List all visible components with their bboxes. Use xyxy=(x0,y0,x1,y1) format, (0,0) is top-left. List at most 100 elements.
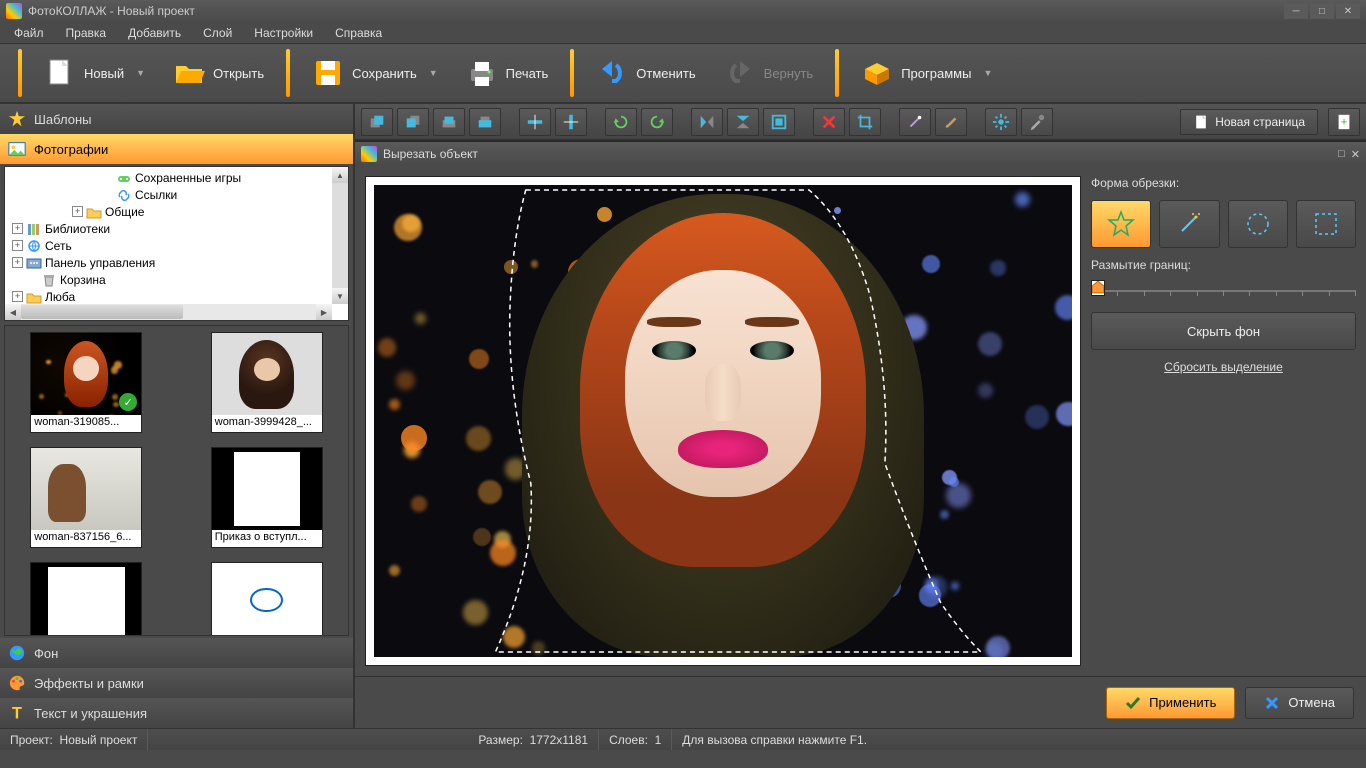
redo-button[interactable]: Вернуть xyxy=(712,53,826,93)
flip-h-icon[interactable] xyxy=(691,108,723,136)
app-icon xyxy=(6,3,22,19)
menu-file[interactable]: Файл xyxy=(4,24,54,42)
thumbnail[interactable]: woman-3999428_... xyxy=(211,332,323,433)
accordion-background[interactable]: Фон xyxy=(0,638,353,668)
menu-settings[interactable]: Настройки xyxy=(244,24,323,42)
magic-icon[interactable] xyxy=(899,108,931,136)
window-title: ФотоКОЛЛАЖ - Новый проект xyxy=(28,4,195,18)
menu-layer[interactable]: Слой xyxy=(193,24,242,42)
tree-item[interactable]: +Общие xyxy=(7,203,330,220)
programs-button[interactable]: Программы▼ xyxy=(849,53,1004,93)
folder-tree[interactable]: Сохраненные игрыСсылки+Общие+Библиотеки+… xyxy=(4,166,349,321)
redo-icon xyxy=(724,57,756,89)
accordion-text[interactable]: T Текст и украшения xyxy=(0,698,353,728)
minimize-button[interactable]: ─ xyxy=(1284,3,1308,19)
layer-down-icon[interactable] xyxy=(469,108,501,136)
tree-item[interactable]: +Панель управления xyxy=(7,254,330,271)
dialog-maximize-icon[interactable]: □ xyxy=(1338,148,1345,161)
left-panel: Шаблоны Фотографии Сохраненные игрыСсылк… xyxy=(0,104,355,728)
globe-icon xyxy=(8,644,26,662)
rotate-left-icon[interactable] xyxy=(605,108,637,136)
crop-icon[interactable] xyxy=(849,108,881,136)
cut-object-dialog: Вырезать объект □ ✕ Форма обрезки: xyxy=(355,140,1366,728)
tree-item[interactable]: +Библиотеки xyxy=(7,220,330,237)
align-h-icon[interactable] xyxy=(519,108,551,136)
text-icon: T xyxy=(8,704,26,722)
open-button[interactable]: Открыть xyxy=(161,53,276,93)
accordion-effects[interactable]: Эффекты и рамки xyxy=(0,668,353,698)
thumbnail[interactable] xyxy=(211,562,323,636)
accordion-photos[interactable]: Фотографии xyxy=(0,134,353,164)
shape-wand-button[interactable] xyxy=(1159,200,1219,248)
send-back-icon[interactable] xyxy=(397,108,429,136)
apply-button[interactable]: Применить xyxy=(1106,687,1235,719)
delete-icon[interactable] xyxy=(813,108,845,136)
rotate-right-icon[interactable] xyxy=(641,108,673,136)
crop-shape-label: Форма обрезки: xyxy=(1091,176,1356,190)
blur-slider[interactable] xyxy=(1091,278,1356,302)
shape-ellipse-button[interactable] xyxy=(1228,200,1288,248)
tree-item[interactable]: Ссылки xyxy=(7,186,330,203)
undo-icon xyxy=(596,57,628,89)
bring-front-icon[interactable] xyxy=(361,108,393,136)
new-button[interactable]: Новый▼ xyxy=(32,53,157,93)
save-icon xyxy=(312,57,344,89)
toolbar-separator xyxy=(570,49,574,97)
shape-rect-button[interactable] xyxy=(1296,200,1356,248)
new-page-button[interactable]: Новая страница xyxy=(1180,109,1318,135)
shape-freeform-button[interactable] xyxy=(1091,200,1151,248)
status-help: Для вызова справки нажмите F1. xyxy=(682,733,867,747)
eyedropper-icon[interactable] xyxy=(1021,108,1053,136)
palette-icon xyxy=(8,674,26,692)
print-icon xyxy=(466,57,498,89)
main-toolbar: Новый▼ Открыть Сохранить▼ Печать Отменит… xyxy=(0,44,1366,104)
photo-icon xyxy=(8,140,26,158)
flip-v-icon[interactable] xyxy=(727,108,759,136)
star-icon xyxy=(8,110,26,128)
status-project: Новый проект xyxy=(60,733,138,747)
undo-button[interactable]: Отменить xyxy=(584,53,707,93)
maximize-button[interactable]: □ xyxy=(1310,3,1334,19)
tree-item[interactable]: Сохраненные игры xyxy=(7,169,330,186)
slider-thumb-icon[interactable] xyxy=(1091,280,1105,296)
svg-text:+: + xyxy=(1341,116,1347,128)
cancel-button[interactable]: Отмена xyxy=(1245,687,1354,719)
thumbnail[interactable]: ✓woman-319085... xyxy=(30,332,142,433)
box-icon xyxy=(861,57,893,89)
status-size: 1772x1181 xyxy=(530,733,589,747)
menu-edit[interactable]: Правка xyxy=(56,24,117,42)
print-button[interactable]: Печать xyxy=(454,53,561,93)
tree-hscroll[interactable]: ◀▶ xyxy=(5,304,332,320)
brush-icon[interactable] xyxy=(935,108,967,136)
accordion-templates[interactable]: Шаблоны xyxy=(0,104,353,134)
tree-vscroll[interactable]: ▲▼ xyxy=(332,167,348,304)
thumbnail[interactable] xyxy=(30,562,142,636)
icon-toolbar: Новая страница + xyxy=(355,104,1366,140)
dialog-close-icon[interactable]: ✕ xyxy=(1351,148,1360,161)
new-icon xyxy=(44,57,76,89)
align-v-icon[interactable] xyxy=(555,108,587,136)
fit-icon[interactable] xyxy=(763,108,795,136)
svg-text:T: T xyxy=(12,704,22,722)
dialog-titlebar[interactable]: Вырезать объект □ ✕ xyxy=(355,142,1366,166)
chevron-down-icon: ▼ xyxy=(136,68,145,78)
gear-icon[interactable] xyxy=(985,108,1017,136)
reset-selection-link[interactable]: Сбросить выделение xyxy=(1091,360,1356,374)
layer-up-icon[interactable] xyxy=(433,108,465,136)
work-area: Новая страница + Вырезать объект □ ✕ xyxy=(355,104,1366,728)
add-page-icon[interactable]: + xyxy=(1328,108,1360,136)
thumbnail[interactable]: woman-837156_6... xyxy=(30,447,142,548)
tree-item[interactable]: Корзина xyxy=(7,271,330,288)
menu-help[interactable]: Справка xyxy=(325,24,392,42)
thumbnail-grid: ✓woman-319085... woman-3999428_... woman-8… xyxy=(4,325,349,636)
x-icon xyxy=(1264,695,1280,711)
hide-background-button[interactable]: Скрыть фон xyxy=(1091,312,1356,350)
menu-add[interactable]: Добавить xyxy=(118,24,191,42)
close-button[interactable]: ✕ xyxy=(1336,3,1360,19)
save-button[interactable]: Сохранить▼ xyxy=(300,53,450,93)
image-canvas[interactable] xyxy=(365,176,1081,666)
thumbnail[interactable]: Приказ о вступл... xyxy=(211,447,323,548)
tree-item[interactable]: +Сеть xyxy=(7,237,330,254)
properties-pane: Форма обрезки: Размытие границ: xyxy=(1091,176,1356,666)
tree-item[interactable]: +Люба xyxy=(7,288,330,304)
